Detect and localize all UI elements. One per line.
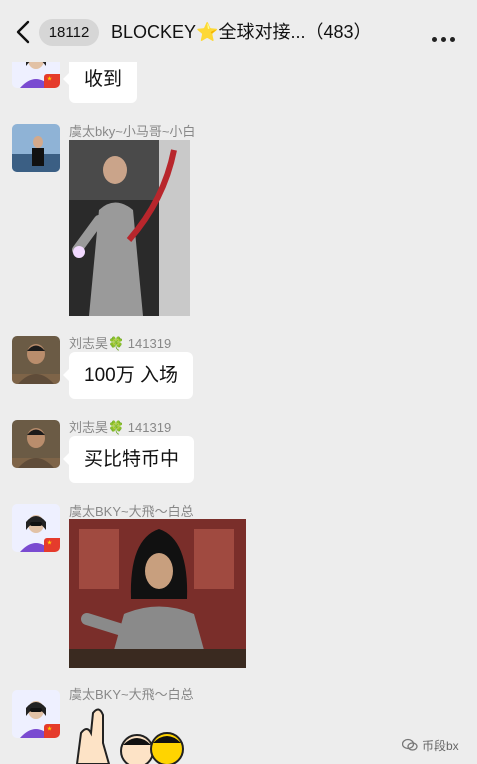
sticker-frame xyxy=(75,708,184,764)
more-dots-icon xyxy=(432,37,437,42)
unread-count-badge[interactable]: 18112 xyxy=(39,19,99,46)
watermark: 币段bx xyxy=(402,734,459,756)
sender-name: 刘志昊🍀 141319 xyxy=(69,420,172,435)
group-name: BLOCKEY⭐全球对接... xyxy=(111,22,306,42)
message-bubble[interactable]: 100万 入场 xyxy=(63,352,193,399)
group-title: BLOCKEY⭐全球对接...（483） xyxy=(111,18,411,46)
more-dot xyxy=(450,37,455,42)
chat-header: 18112 BLOCKEY⭐全球对接...（483） xyxy=(0,0,477,62)
avatar[interactable] xyxy=(12,124,60,172)
gif-frame xyxy=(69,519,246,668)
sender-name: 刘志昊🍀 141319 xyxy=(69,336,172,351)
message-bubble[interactable]: 收到 xyxy=(62,56,138,103)
wechat-icon xyxy=(402,738,418,751)
message-bubble[interactable]: 买比特币中 xyxy=(62,436,195,483)
avatar[interactable] xyxy=(12,336,60,384)
sender-name: 虞太BKY~大飛～白总 xyxy=(69,504,194,519)
avatar-photo xyxy=(12,420,60,468)
sender-name: 虞太bky~小马哥~小白 xyxy=(69,124,196,139)
watermark-text: 币段bx xyxy=(422,738,459,753)
more-dot xyxy=(441,37,446,42)
more-button[interactable] xyxy=(432,29,460,42)
avatar[interactable] xyxy=(12,420,60,468)
back-button[interactable] xyxy=(14,19,34,45)
avatar-photo xyxy=(12,336,60,384)
video-thumbnail[interactable] xyxy=(69,140,190,316)
flag-icon xyxy=(44,724,60,738)
chevron-left-icon xyxy=(16,20,30,44)
sticker-image[interactable] xyxy=(69,703,194,764)
flag-icon xyxy=(44,74,60,88)
avatar[interactable] xyxy=(12,690,60,738)
gif-image[interactable] xyxy=(69,519,246,668)
sender-name: 虞太BKY~大飛～白总 xyxy=(69,687,194,702)
video-frame xyxy=(69,140,190,316)
flag-icon xyxy=(44,538,60,552)
avatar-photo xyxy=(12,124,60,172)
avatar[interactable] xyxy=(12,504,60,552)
member-count: （483） xyxy=(305,22,372,42)
